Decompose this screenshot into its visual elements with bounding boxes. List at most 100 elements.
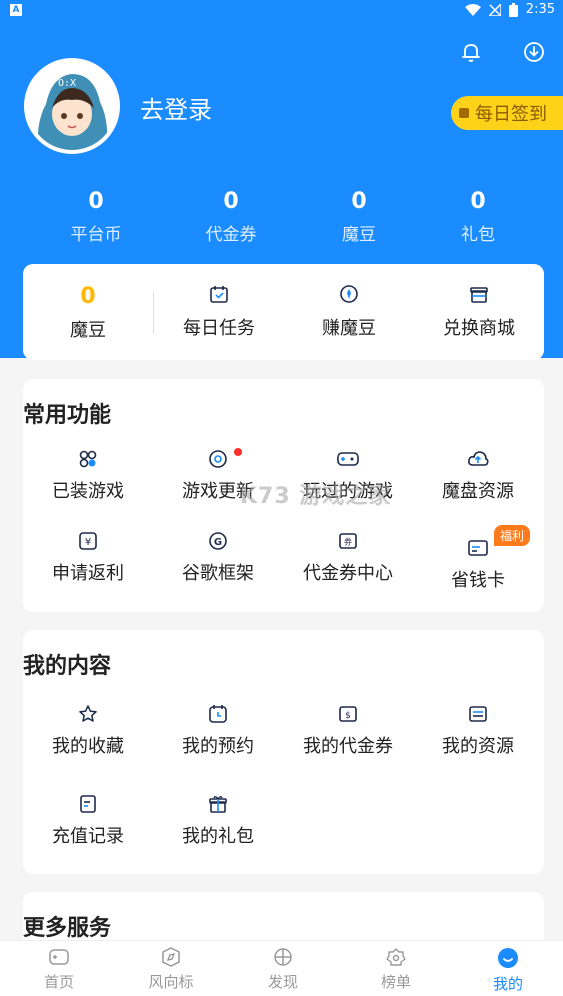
google-framework-label: 谷歌框架 — [182, 563, 254, 584]
svg-text:O:X: O:X — [58, 78, 76, 89]
notification-badge: A — [10, 4, 22, 16]
battery-icon — [508, 2, 518, 17]
earn-bean-button[interactable]: 赚魔豆 — [284, 284, 414, 340]
update-dot — [234, 448, 242, 456]
card-icon — [468, 540, 488, 556]
stat-bean[interactable]: 0 魔豆 — [309, 188, 409, 245]
voucher-icon: 券 — [339, 533, 357, 549]
my-gifts-button[interactable]: 我的礼包 — [153, 794, 283, 848]
signin-label: 每日签到 — [475, 104, 547, 125]
tab-rank[interactable]: 榜单 — [351, 947, 441, 992]
stat-gift[interactable]: 0 礼包 — [428, 188, 528, 245]
compass-icon — [162, 947, 180, 967]
google-framework-button[interactable]: G 谷歌框架 — [153, 531, 283, 585]
voucher-center-button[interactable]: 券 代金券中心 — [283, 531, 413, 585]
svg-text:$: $ — [345, 711, 351, 721]
my-favorites-button[interactable]: 我的收藏 — [23, 704, 153, 758]
refresh-icon — [209, 450, 227, 468]
earn-bean-label: 赚魔豆 — [322, 318, 376, 339]
tab-label: 首页 — [43, 973, 74, 991]
download-icon[interactable] — [522, 40, 546, 64]
stat-label: 礼包 — [461, 225, 495, 245]
stat-label: 代金券 — [205, 225, 257, 245]
my-vouchers-button[interactable]: $ 我的代金券 — [283, 704, 413, 758]
my-resources-button[interactable]: 我的资源 — [413, 704, 543, 758]
tab-mine[interactable]: 我的 — [463, 947, 553, 994]
stat-value: 0 — [88, 189, 104, 214]
stat-label: 平台币 — [70, 225, 122, 245]
google-icon: G — [209, 532, 227, 550]
disk-resources-button[interactable]: 魔盘资源 — [413, 449, 543, 503]
common-functions-title: 常用功能 — [23, 403, 112, 428]
folder-icon — [469, 706, 487, 722]
stat-voucher[interactable]: 0 代金券 — [181, 188, 281, 245]
my-content-title: 我的内容 — [23, 654, 112, 679]
tab-label: 风向标 — [148, 973, 194, 991]
recharge-records-label: 充值记录 — [52, 826, 124, 847]
apply-rebate-label: 申请返利 — [52, 563, 124, 584]
cloud-upload-icon — [468, 451, 489, 466]
gift-icon — [209, 796, 227, 813]
signin-icon — [459, 108, 469, 118]
svg-text:¥: ¥ — [85, 537, 91, 548]
more-services-title: 更多服务 — [23, 916, 112, 941]
coin-icon — [340, 285, 358, 303]
tab-home[interactable]: 首页 — [14, 947, 104, 992]
tab-label: 我的 — [492, 975, 523, 993]
wifi-icon — [464, 3, 481, 16]
home-gamepad-icon — [49, 949, 69, 965]
my-gifts-label: 我的礼包 — [182, 826, 254, 847]
daily-task-button[interactable]: 每日任务 — [154, 284, 284, 340]
my-reservations-label: 我的预约 — [182, 736, 254, 757]
recharge-records-button[interactable]: 充值记录 — [23, 794, 153, 848]
apply-rebate-button[interactable]: ¥ 申请返利 — [23, 531, 153, 585]
tab-label: 发现 — [267, 973, 298, 991]
stats-row: 0 平台币 0 代金券 0 魔豆 0 礼包 — [0, 188, 563, 248]
avatar[interactable]: O:X — [24, 58, 120, 154]
welfare-badge: 福利 — [494, 525, 531, 546]
yuan-icon: ¥ — [79, 532, 97, 550]
gamepad-icon — [337, 452, 359, 466]
voucher-icon: $ — [339, 706, 357, 722]
stat-value: 0 — [223, 189, 239, 214]
gift-box-icon — [470, 287, 488, 303]
bean-card: 0 魔豆 每日任务 赚魔豆 兑换商城 — [23, 264, 544, 360]
clock-icon — [209, 705, 227, 723]
bean-value: 0 — [80, 284, 96, 309]
stat-label: 魔豆 — [342, 225, 376, 245]
installed-games-label: 已装游戏 — [52, 481, 124, 502]
my-reservations-button[interactable]: 我的预约 — [153, 704, 283, 758]
stat-value: 0 — [470, 189, 486, 214]
avatar-image: O:X — [28, 62, 116, 150]
star-icon — [79, 705, 97, 722]
calendar-check-icon — [210, 286, 228, 303]
no-signal-icon — [488, 3, 501, 16]
exchange-mall-label: 兑换商城 — [443, 318, 515, 339]
my-resources-label: 我的资源 — [442, 736, 514, 757]
my-favorites-label: 我的收藏 — [52, 736, 124, 757]
record-icon — [80, 795, 96, 813]
svg-text:券: 券 — [344, 537, 352, 547]
login-link[interactable]: 去登录 — [140, 90, 212, 125]
disk-resources-label: 魔盘资源 — [442, 481, 514, 502]
stat-platform-coin[interactable]: 0 平台币 — [46, 188, 146, 245]
clock-time: 2:35 — [525, 2, 555, 17]
bottom-tab-bar: 首页 风向标 发现 榜单 我的 — [0, 940, 563, 996]
installed-games-button[interactable]: 已装游戏 — [23, 449, 153, 503]
status-bar: A 2:35 — [0, 0, 563, 22]
bean-label: 魔豆 — [70, 320, 106, 341]
saving-card-label: 省钱卡 — [451, 570, 505, 591]
bell-icon[interactable] — [459, 40, 483, 64]
daily-signin-button[interactable]: 每日签到 — [451, 96, 563, 130]
tab-trend[interactable]: 风向标 — [126, 947, 216, 992]
watermark: K73 游戏之家 — [240, 484, 392, 509]
rank-icon — [386, 948, 406, 966]
exchange-mall-button[interactable]: 兑换商城 — [414, 284, 544, 340]
my-vouchers-label: 我的代金券 — [303, 736, 393, 757]
profile-icon — [498, 948, 518, 968]
saving-card-button[interactable]: 省钱卡 — [413, 538, 543, 592]
tab-label: 榜单 — [380, 973, 411, 991]
tab-discover[interactable]: 发现 — [238, 947, 328, 992]
voucher-center-label: 代金券中心 — [303, 563, 393, 584]
svg-text:G: G — [214, 537, 222, 548]
